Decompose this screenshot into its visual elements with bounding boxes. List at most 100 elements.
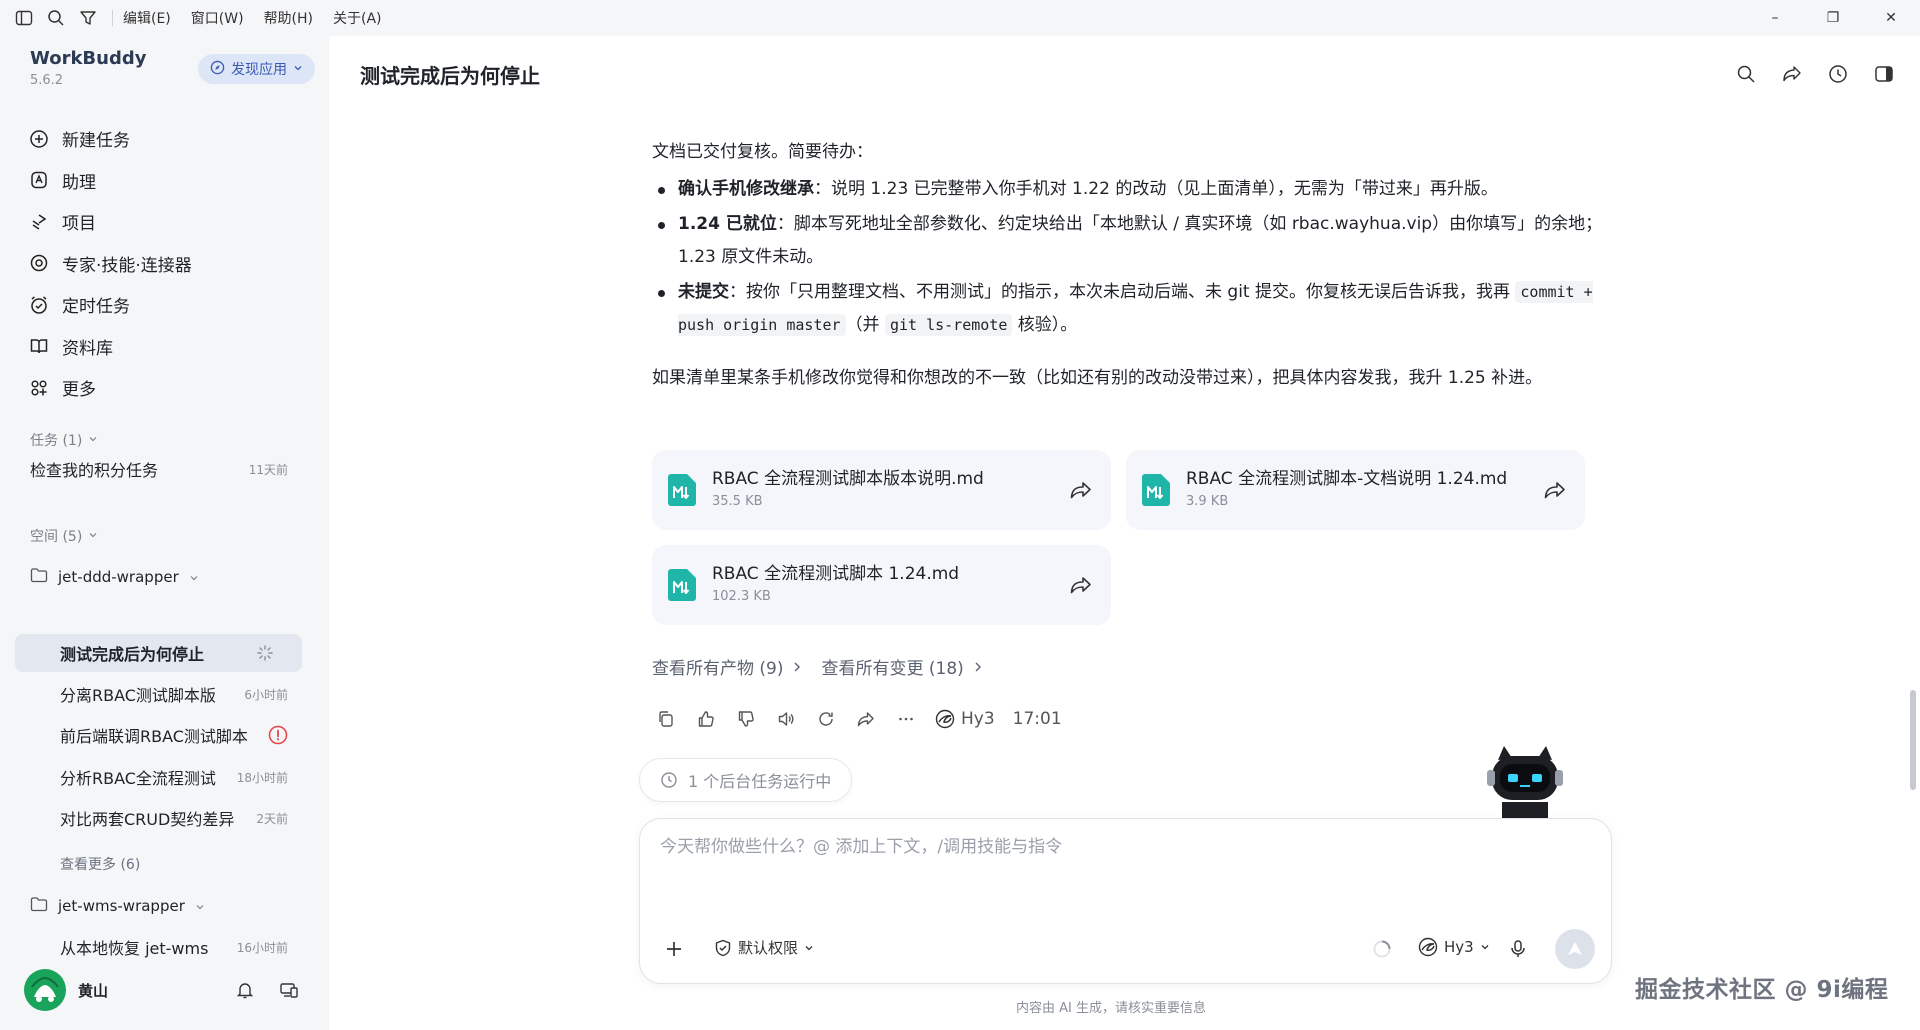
space-item-time: 18小时前 xyxy=(236,770,288,785)
bell-icon[interactable] xyxy=(234,979,256,1001)
voice-input-button[interactable] xyxy=(1506,937,1530,961)
space-item[interactable]: 从本地恢复 jet-wms 16小时前 xyxy=(60,932,288,962)
file-card[interactable]: RBAC 全流程测试脚本 1.24.md 102.3 KB xyxy=(652,545,1111,625)
todo-item-text: ：按你「只用整理文档、不用测试」的指示，本次未启动后端、未 git 提交。你复核… xyxy=(729,282,1516,302)
title-bar: 编辑(E) 窗口(W) 帮助(H) 关于(A) – ❐ ✕ xyxy=(0,0,1920,36)
permission-dropdown[interactable]: 默认权限 xyxy=(714,937,814,958)
user-name: 黄山 xyxy=(78,981,109,1000)
alarm-icon xyxy=(28,294,50,316)
chevron-right-icon xyxy=(975,662,981,671)
assistant-message: 文档已交付复核。简要待办： 确认手机修改继承：说明 1.23 已完整带入你手机对… xyxy=(652,136,1622,395)
add-attachment-button[interactable] xyxy=(662,937,686,961)
restore-button[interactable]: ❐ xyxy=(1804,0,1862,36)
space-item[interactable]: 对比两套CRUD契约差异 2天前 xyxy=(60,803,288,833)
file-name: RBAC 全流程测试脚本-文档说明 1.24.md xyxy=(1186,469,1508,489)
minimize-button[interactable]: – xyxy=(1746,0,1804,36)
close-button[interactable]: ✕ xyxy=(1862,0,1920,36)
chevron-down-icon xyxy=(1481,945,1489,950)
space-item-label: 分离RBAC测试脚本版 xyxy=(60,686,216,705)
todo-item: 确认手机修改继承：说明 1.23 已完整带入你手机对 1.22 的改动（见上面清… xyxy=(652,173,1622,206)
folder-jet-wms-wrapper[interactable]: jet-wms-wrapper xyxy=(30,891,205,921)
task-item[interactable]: 检查我的积分任务 11天前 xyxy=(30,454,288,484)
app-version: 5.6.2 xyxy=(30,73,64,88)
copy-icon[interactable] xyxy=(655,708,677,730)
nav-label: 项目 xyxy=(62,214,96,235)
sidebar-toggle-icon[interactable] xyxy=(14,8,34,28)
devices-icon[interactable] xyxy=(278,979,300,1001)
nav-label: 专家·技能·连接器 xyxy=(62,255,192,276)
space-item[interactable]: 前后端联调RBAC测试脚本 xyxy=(60,720,288,750)
window-controls: – ❐ ✕ xyxy=(1746,0,1920,36)
shield-check-icon xyxy=(715,939,731,956)
file-size: 3.9 KB xyxy=(1186,494,1229,509)
avatar[interactable] xyxy=(24,969,66,1011)
space-item[interactable]: 分离RBAC测试脚本版 6小时前 xyxy=(60,679,288,709)
page-title: 测试完成后为何停止 xyxy=(360,64,540,88)
spaces-section-header[interactable]: 空间 (5) xyxy=(30,526,98,546)
nav-label: 新建任务 xyxy=(62,131,130,152)
share-icon[interactable] xyxy=(855,708,877,730)
title-separator xyxy=(112,10,113,26)
space-item-label: 分析RBAC全流程测试 xyxy=(60,769,216,788)
file-card[interactable]: RBAC 全流程测试脚本-文档说明 1.24.md 3.9 KB xyxy=(1126,450,1585,530)
history-icon[interactable] xyxy=(1826,62,1850,86)
more-options-icon[interactable] xyxy=(895,708,917,730)
nav-scheduled[interactable]: 定时任务 xyxy=(28,284,308,326)
view-artifacts-link[interactable]: 查看所有产物 (9) xyxy=(652,654,801,679)
result-links: 查看所有产物 (9) 查看所有变更 (18) xyxy=(652,654,982,679)
tasks-section-header[interactable]: 任务 (1) xyxy=(30,430,98,450)
thumbs-down-icon[interactable] xyxy=(735,708,757,730)
thumbs-up-icon[interactable] xyxy=(695,708,717,730)
nav-new-task[interactable]: 新建任务 xyxy=(28,118,308,160)
message-actions: Hy3 17:01 xyxy=(655,708,1062,730)
file-card[interactable]: RBAC 全流程测试脚本版本说明.md 35.5 KB xyxy=(652,450,1111,530)
speaker-icon[interactable] xyxy=(775,708,797,730)
todo-item-text: （并 xyxy=(845,315,885,335)
todo-list: 确认手机修改继承：说明 1.23 已完整带入你手机对 1.22 的改动（见上面清… xyxy=(652,173,1622,342)
space-item-time: 16小时前 xyxy=(236,940,288,955)
nav-experts[interactable]: 专家·技能·连接器 xyxy=(28,243,308,285)
message-time: 17:01 xyxy=(1012,709,1062,729)
share-icon[interactable] xyxy=(1543,478,1567,502)
send-button[interactable] xyxy=(1555,929,1595,969)
share-icon[interactable] xyxy=(1069,573,1093,597)
share-icon[interactable] xyxy=(1780,62,1804,86)
search-icon[interactable] xyxy=(1734,62,1758,86)
space-item[interactable]: 分析RBAC全流程测试 18小时前 xyxy=(60,762,288,792)
main-panel: 测试完成后为何停止 文档已交付复核。简要待办： 确认手机修改继承：说明 1.23… xyxy=(329,36,1920,1030)
nav-label: 助理 xyxy=(62,172,96,193)
model-selector[interactable]: Hy3 xyxy=(1418,937,1490,957)
panel-toggle-icon[interactable] xyxy=(1872,62,1896,86)
scrollbar-thumb[interactable] xyxy=(1910,690,1916,790)
folder-icon xyxy=(30,896,48,916)
chevron-down-icon xyxy=(88,432,98,448)
message-intro: 文档已交付复核。简要待办： xyxy=(652,142,873,162)
search-icon[interactable] xyxy=(46,8,66,28)
refresh-icon[interactable] xyxy=(815,708,837,730)
menu-edit[interactable]: 编辑(E) xyxy=(123,8,171,28)
share-icon[interactable] xyxy=(1069,478,1093,502)
nav-label: 资料库 xyxy=(62,338,113,359)
scrollbar[interactable] xyxy=(1910,106,1916,806)
view-changes-link[interactable]: 查看所有变更 (18) xyxy=(821,654,981,679)
menu-about[interactable]: 关于(A) xyxy=(333,8,382,28)
menu-window[interactable]: 窗口(W) xyxy=(191,8,244,28)
background-task-pill[interactable]: 1 个后台任务运行中 xyxy=(639,758,853,802)
nav-project[interactable]: 项目 xyxy=(28,201,308,243)
see-more-link[interactable]: 查看更多 (6) xyxy=(60,854,140,874)
nav-library[interactable]: 资料库 xyxy=(28,326,308,368)
main-nav: 新建任务 助理 项目 专家·技能·连接器 定时任务 资料库 更多 xyxy=(28,118,308,409)
clock-icon xyxy=(661,772,677,788)
nav-assistant[interactable]: 助理 xyxy=(28,160,308,202)
discover-apps-button[interactable]: 发现应用 xyxy=(198,54,315,84)
file-size: 102.3 KB xyxy=(712,589,771,604)
filter-icon[interactable] xyxy=(78,8,98,28)
plus-circle-icon xyxy=(28,128,50,150)
spaces-header-label: 空间 (5) xyxy=(30,529,83,545)
compass-icon xyxy=(210,60,225,79)
folder-jet-ddd-wrapper[interactable]: jet-ddd-wrapper xyxy=(30,562,199,592)
menu-help[interactable]: 帮助(H) xyxy=(264,8,313,28)
space-item-active[interactable]: 测试完成后为何停止 xyxy=(60,638,288,668)
message-input[interactable] xyxy=(660,837,1560,857)
nav-more[interactable]: 更多 xyxy=(28,367,308,409)
